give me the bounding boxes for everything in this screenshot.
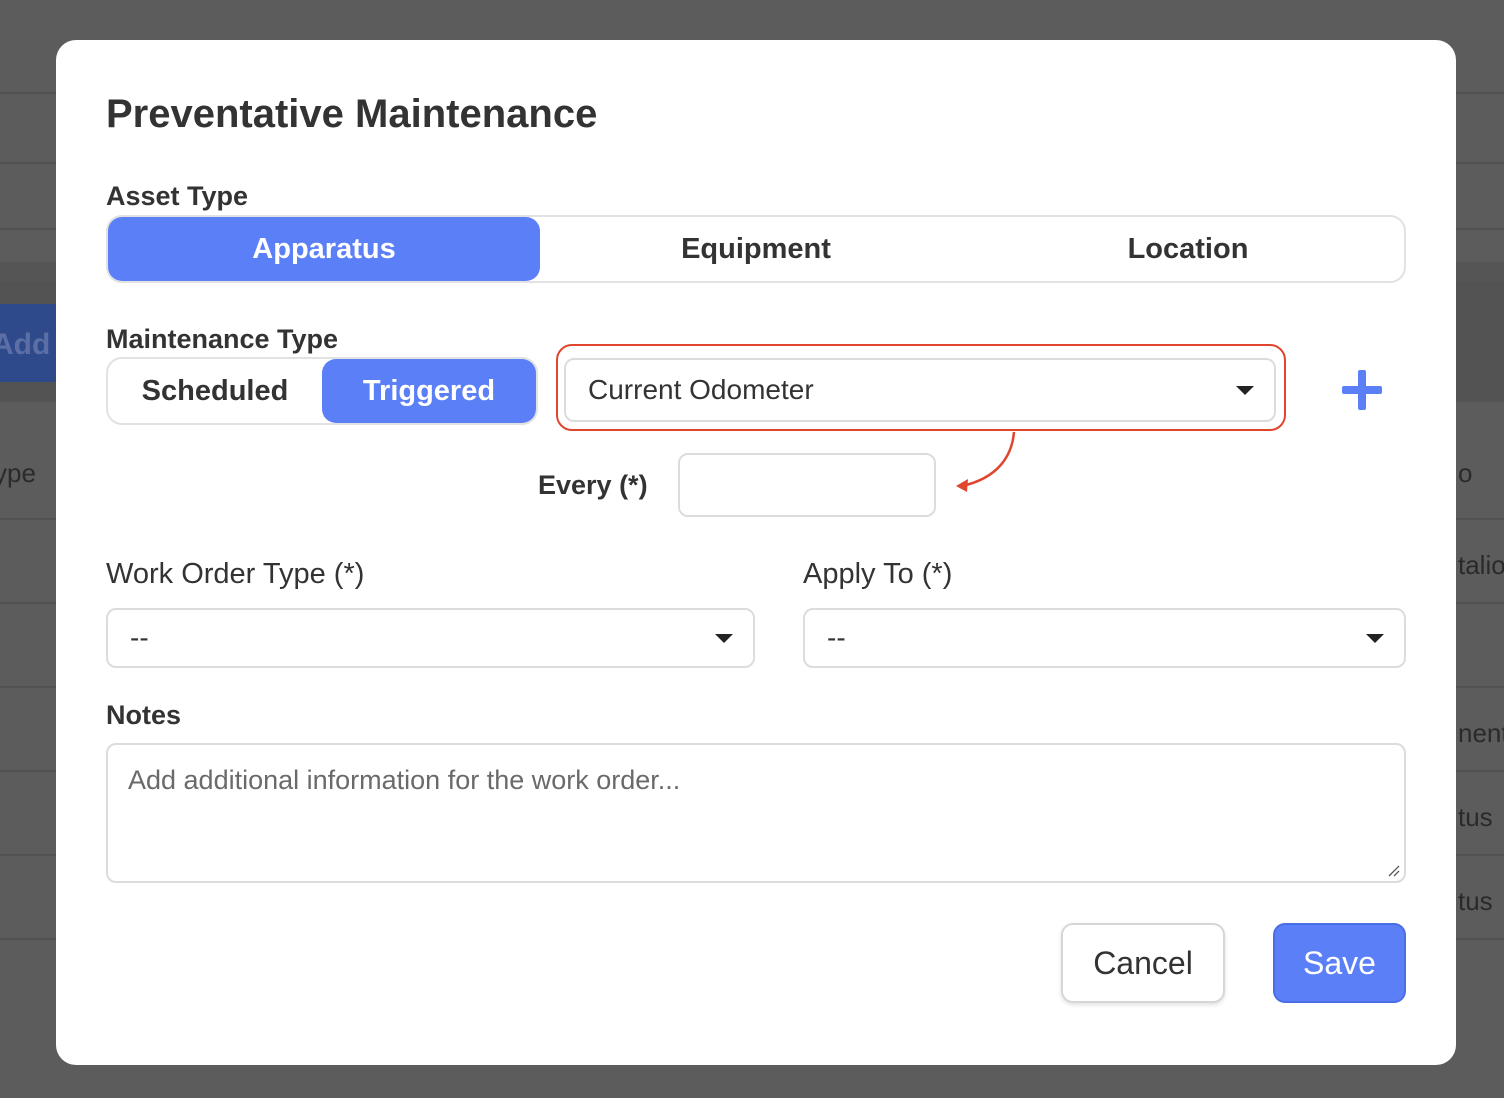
apply-to-label: Apply To (*) [803, 558, 953, 590]
maintenance-type-segmented-control: Scheduled Triggered [106, 357, 538, 425]
work-order-type-label: Work Order Type (*) [106, 558, 365, 590]
bg-add-button: Add M [0, 304, 56, 382]
resize-grip-icon[interactable] [1386, 863, 1400, 877]
notes-label: Notes [106, 700, 182, 730]
chevron-down-icon [715, 634, 733, 643]
every-input[interactable] [678, 453, 936, 517]
bg-cell-text: tus [1458, 802, 1493, 832]
maintenance-type-option-triggered[interactable]: Triggered [322, 359, 536, 423]
chevron-down-icon [1366, 634, 1384, 643]
work-order-type-value: -- [130, 622, 149, 653]
bg-column-header: ype [0, 458, 36, 488]
plus-icon[interactable] [1340, 368, 1384, 412]
every-label: Every (*) [538, 470, 648, 500]
asset-type-option-equipment[interactable]: Equipment [540, 217, 972, 281]
save-button[interactable]: Save [1273, 923, 1406, 1003]
asset-type-label: Asset Type [106, 181, 249, 211]
notes-textarea[interactable]: Add additional information for the work … [106, 743, 1406, 883]
bg-cell-text: nent [1458, 718, 1504, 748]
asset-type-segmented-control: Apparatus Equipment Location [106, 215, 1406, 283]
preventative-maintenance-modal: Preventative Maintenance Asset Type Appa… [56, 40, 1456, 1065]
apply-to-select[interactable]: -- [803, 608, 1406, 668]
maintenance-type-label: Maintenance Type [106, 324, 339, 354]
apply-to-value: -- [827, 622, 846, 653]
trigger-metric-value: Current Odometer [588, 374, 814, 405]
asset-type-option-location[interactable]: Location [972, 217, 1404, 281]
cancel-button[interactable]: Cancel [1061, 923, 1225, 1003]
trigger-metric-select[interactable]: Current Odometer [564, 358, 1276, 422]
bg-cell-text: tus [1458, 886, 1493, 916]
bg-cell-text: o [1458, 458, 1473, 488]
work-order-type-select[interactable]: -- [106, 608, 755, 668]
bg-cell-text: talio [1458, 550, 1504, 580]
maintenance-type-option-scheduled[interactable]: Scheduled [108, 359, 322, 423]
modal-title: Preventative Maintenance [106, 92, 598, 136]
chevron-down-icon [1236, 386, 1254, 395]
asset-type-option-apparatus[interactable]: Apparatus [108, 217, 540, 281]
annotation-arrow-icon [956, 431, 1016, 492]
notes-placeholder: Add additional information for the work … [128, 765, 681, 795]
